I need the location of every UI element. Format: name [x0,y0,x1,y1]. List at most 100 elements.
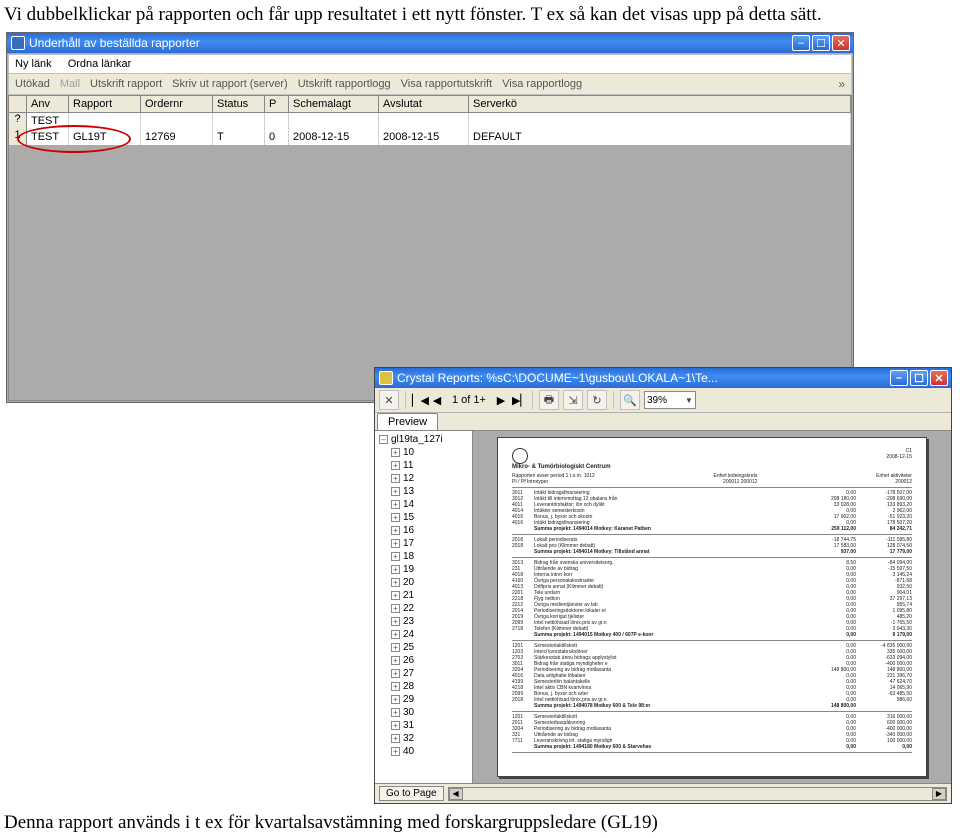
tree-item[interactable]: +14 [377,498,470,511]
report-viewport[interactable]: C1 2008-12-15 Mikro- & Tumörbiologiskt C… [473,431,951,783]
table-row[interactable]: 1 TEST GL19T 12769 T 0 2008-12-15 2008-1… [8,129,852,145]
close-button[interactable]: ✕ [832,35,850,51]
tree-expand-icon[interactable]: + [391,604,400,613]
goto-page-button[interactable]: Go to Page [379,786,444,801]
toolbar: Utökad Mall Utskrift rapport Skriv ut ra… [8,74,852,95]
tree-expand-icon[interactable]: + [391,682,400,691]
tree-item[interactable]: +15 [377,511,470,524]
tree-item[interactable]: +13 [377,485,470,498]
cell-serverko [469,113,851,129]
print-icon[interactable]: 🖶 [539,390,559,410]
tree-expand-icon[interactable]: + [391,500,400,509]
tb-visa-log[interactable]: Visa rapportlogg [502,78,582,90]
col-rapport[interactable]: Rapport [69,96,141,112]
cr-close-button[interactable]: ✕ [930,370,948,386]
tb-utskrift-log[interactable]: Utskrift rapportlogg [298,78,391,90]
tree-item[interactable]: +11 [377,459,470,472]
scroll-right-icon[interactable]: ▶ [932,788,946,800]
last-page-icon[interactable]: ▶▏ [512,394,526,407]
tree-item-label: 13 [403,485,414,498]
tb-utokad[interactable]: Utökad [15,78,50,90]
ordna-menu[interactable]: Ordna länkar [68,58,132,70]
export-icon[interactable]: ⇲ [563,390,583,410]
refresh-icon[interactable]: ↻ [587,390,607,410]
tree-expand-icon[interactable]: + [391,734,400,743]
tree-item[interactable]: +32 [377,732,470,745]
first-page-icon[interactable]: ▏◀ [412,394,426,407]
nylank-menu[interactable]: Ny länk [15,58,52,70]
tree-item[interactable]: +19 [377,563,470,576]
tb-skriv-server[interactable]: Skriv ut rapport (server) [172,78,288,90]
tree-item[interactable]: +25 [377,641,470,654]
scroll-left-icon[interactable]: ◀ [449,788,463,800]
report-sum-row: Summa projekt: 1494078 Motkey 600 & Tele… [512,703,912,709]
next-page-icon[interactable]: ▶ [494,394,508,407]
tree-item[interactable]: +16 [377,524,470,537]
tree-item[interactable]: +12 [377,472,470,485]
tree-item[interactable]: +18 [377,550,470,563]
tree-expand-icon[interactable]: + [391,539,400,548]
search-icon[interactable]: 🔍 [620,390,640,410]
tree-expand-icon[interactable]: + [391,656,400,665]
tree-item-label: 21 [403,589,414,602]
col-schemalagt[interactable]: Schemalagt [289,96,379,112]
col-ordernr[interactable]: Ordernr [141,96,213,112]
group-tree[interactable]: – gl19ta_127i +10+11+12+13+14+15+16+17+1… [375,431,473,783]
cell-serverko: DEFAULT [469,129,851,145]
tree-item[interactable]: +17 [377,537,470,550]
tree-expand-icon[interactable]: + [391,747,400,756]
tree-expand-icon[interactable]: + [391,669,400,678]
tree-collapse-icon[interactable]: – [379,435,388,444]
tree-item[interactable]: +27 [377,667,470,680]
tree-item[interactable]: +29 [377,693,470,706]
tree-expand-icon[interactable]: + [391,643,400,652]
tree-expand-icon[interactable]: + [391,474,400,483]
tree-item[interactable]: +40 [377,745,470,758]
table-row[interactable]: ? TEST [8,113,852,129]
tree-expand-icon[interactable]: + [391,461,400,470]
maximize-button[interactable]: ☐ [812,35,830,51]
tree-expand-icon[interactable]: + [391,695,400,704]
tree-item[interactable]: +10 [377,446,470,459]
toolbar-overflow-icon[interactable]: » [838,77,845,91]
cell-status: T [213,129,265,145]
col-avslutat[interactable]: Avslutat [379,96,469,112]
col-serverko[interactable]: Serverkö [469,96,851,112]
zoom-select[interactable]: 39% ▼ [644,391,696,409]
tree-item[interactable]: +22 [377,602,470,615]
cr-maximize-button[interactable]: ☐ [910,370,928,386]
tree-expand-icon[interactable]: + [391,565,400,574]
tree-item[interactable]: +21 [377,589,470,602]
tree-expand-icon[interactable]: + [391,526,400,535]
tree-item[interactable]: +20 [377,576,470,589]
window-title: Underhåll av beställda rapporter [29,36,792,50]
tree-expand-icon[interactable]: + [391,630,400,639]
col-anv[interactable]: Anv [27,96,69,112]
tb-utskrift[interactable]: Utskrift rapport [90,78,162,90]
col-status[interactable]: Status [213,96,265,112]
tree-expand-icon[interactable]: + [391,708,400,717]
tb-visa-utskrift[interactable]: Visa rapportutskrift [401,78,493,90]
tree-expand-icon[interactable]: + [391,513,400,522]
tree-expand-icon[interactable]: + [391,552,400,561]
tree-item[interactable]: +30 [377,706,470,719]
tree-expand-icon[interactable]: + [391,617,400,626]
tree-expand-icon[interactable]: + [391,448,400,457]
minimize-button[interactable]: – [792,35,810,51]
tree-expand-icon[interactable]: + [391,487,400,496]
col-p[interactable]: P [265,96,289,112]
tree-expand-icon[interactable]: + [391,591,400,600]
tree-item[interactable]: +23 [377,615,470,628]
page-indicator: 1 of 1+ [452,394,486,406]
h-scrollbar[interactable]: ◀ ▶ [448,787,947,801]
tree-expand-icon[interactable]: + [391,578,400,587]
tree-item[interactable]: +31 [377,719,470,732]
tree-item[interactable]: +24 [377,628,470,641]
tree-item[interactable]: +26 [377,654,470,667]
tab-preview[interactable]: Preview [377,413,438,430]
cr-minimize-button[interactable]: – [890,370,908,386]
tree-expand-icon[interactable]: + [391,721,400,730]
prev-page-icon[interactable]: ◀ [430,394,444,407]
cr-close-preview-icon[interactable]: ✕ [379,390,399,410]
tree-item[interactable]: +28 [377,680,470,693]
